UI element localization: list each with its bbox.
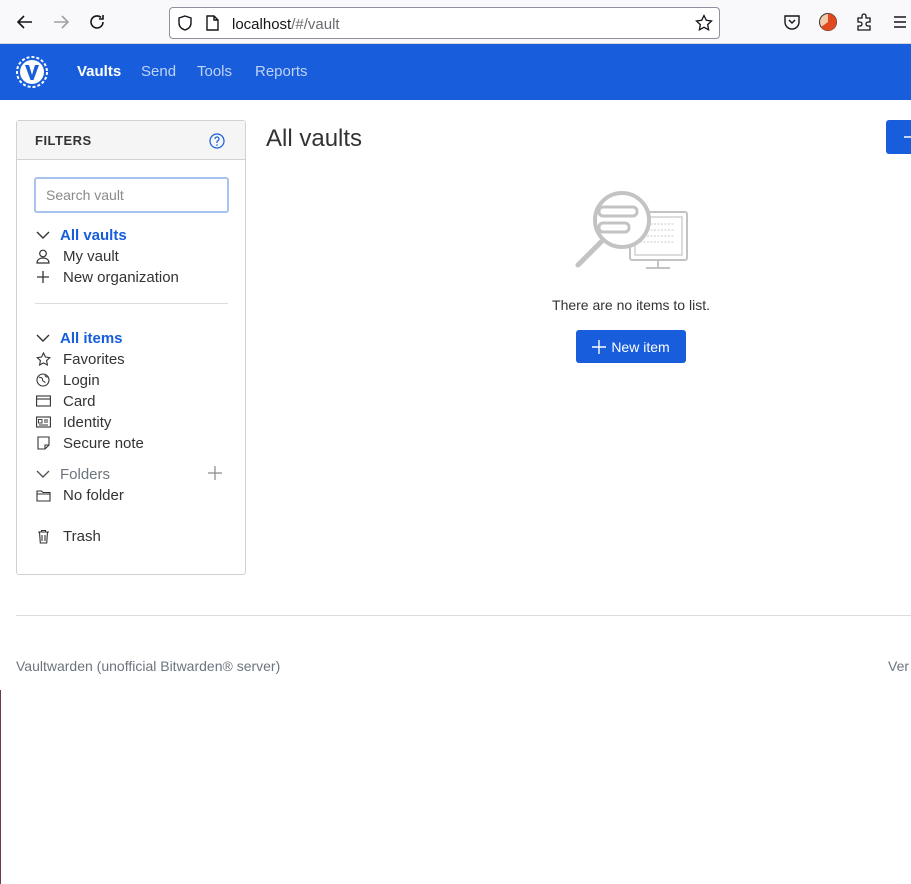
trash-icon: [35, 528, 51, 544]
back-arrow-icon[interactable]: [14, 11, 36, 33]
nav-vaults[interactable]: Vaults: [77, 63, 121, 80]
vault-item-label: My vault: [63, 247, 119, 265]
folders-label: Folders: [60, 465, 111, 483]
window-edge: [0, 690, 1, 884]
folder-item-label: No folder: [63, 486, 124, 504]
add-folder-plus-icon[interactable]: [207, 465, 223, 481]
extensions-puzzle-icon[interactable]: [854, 12, 874, 32]
reload-icon[interactable]: [86, 11, 108, 33]
search-vault-input[interactable]: [34, 177, 229, 213]
credit-card-icon: [35, 393, 51, 409]
page-title: All vaults: [266, 125, 363, 152]
empty-vault-illustration-icon: [572, 190, 690, 282]
url-host: localhost: [232, 16, 292, 33]
type-item-label: Identity: [63, 413, 112, 431]
globe-icon: [35, 372, 51, 388]
folder-item-no-folder[interactable]: No folder: [35, 485, 124, 505]
empty-state-text: There are no items to list.: [552, 297, 710, 313]
type-item-secure-note[interactable]: Secure note: [35, 433, 144, 453]
type-item-identity[interactable]: Identity: [35, 412, 111, 432]
url-path: /#/vault: [291, 16, 340, 33]
all-items-label: All items: [60, 329, 123, 347]
footer-version: Ver: [888, 658, 910, 674]
profile-extension-icon[interactable]: [818, 12, 838, 32]
plus-icon: [35, 269, 51, 285]
forward-arrow-icon[interactable]: [50, 11, 72, 33]
filters-title: FILTERS: [35, 133, 92, 148]
trash-item[interactable]: Trash: [35, 526, 101, 546]
nav-tools[interactable]: Tools: [197, 63, 232, 80]
page-icon[interactable]: [205, 15, 219, 36]
new-item-label: New item: [611, 338, 670, 355]
star-icon: [35, 351, 51, 367]
all-vaults-label: All vaults: [60, 226, 127, 244]
new-item-button[interactable]: New item: [576, 330, 686, 363]
type-item-label: Favorites: [63, 350, 125, 368]
menu-hamburger-icon[interactable]: [890, 12, 910, 32]
browser-toolbar: localhost/#/vault: [0, 0, 911, 44]
type-item-label: Login: [63, 371, 100, 389]
folder-icon: [35, 487, 51, 503]
bookmark-star-icon[interactable]: [695, 13, 713, 37]
plus-icon: [592, 339, 607, 354]
shield-icon[interactable]: [177, 15, 193, 36]
vault-item-my-vault[interactable]: My vault: [35, 246, 119, 266]
add-item-button[interactable]: [886, 120, 911, 154]
chevron-down-icon: [35, 330, 51, 346]
id-card-icon: [35, 414, 51, 430]
folders-toggle[interactable]: Folders: [35, 464, 110, 484]
url-text: localhost/#/vault: [232, 16, 340, 33]
chevron-down-icon: [35, 227, 51, 243]
type-item-login[interactable]: Login: [35, 370, 100, 390]
pocket-icon[interactable]: [782, 12, 802, 32]
footer-divider: [16, 615, 911, 616]
filters-panel: FILTERS All vaults My vault New organiza…: [16, 120, 246, 575]
footer-text: Vaultwarden (unofficial Bitwarden® serve…: [16, 658, 281, 674]
all-items-toggle[interactable]: All items: [35, 328, 123, 348]
help-circle-icon[interactable]: [209, 133, 225, 149]
trash-label: Trash: [63, 527, 101, 545]
type-item-label: Card: [63, 392, 96, 410]
sticky-note-icon: [35, 435, 51, 451]
vault-item-label: New organization: [63, 268, 179, 286]
all-vaults-toggle[interactable]: All vaults: [35, 225, 127, 245]
type-item-card[interactable]: Card: [35, 391, 96, 411]
vault-item-new-organization[interactable]: New organization: [35, 267, 179, 287]
address-bar[interactable]: localhost/#/vault: [169, 7, 720, 39]
type-item-favorites[interactable]: Favorites: [35, 349, 125, 369]
app-header: Vaults Send Tools Reports: [0, 44, 911, 100]
filters-header: FILTERS: [17, 121, 245, 160]
filters-divider: [35, 303, 228, 304]
type-item-label: Secure note: [63, 434, 144, 452]
user-icon: [35, 248, 51, 264]
nav-reports[interactable]: Reports: [255, 63, 308, 80]
vaultwarden-logo-icon[interactable]: [16, 56, 48, 88]
nav-send[interactable]: Send: [141, 63, 176, 80]
chevron-down-icon: [35, 466, 51, 482]
